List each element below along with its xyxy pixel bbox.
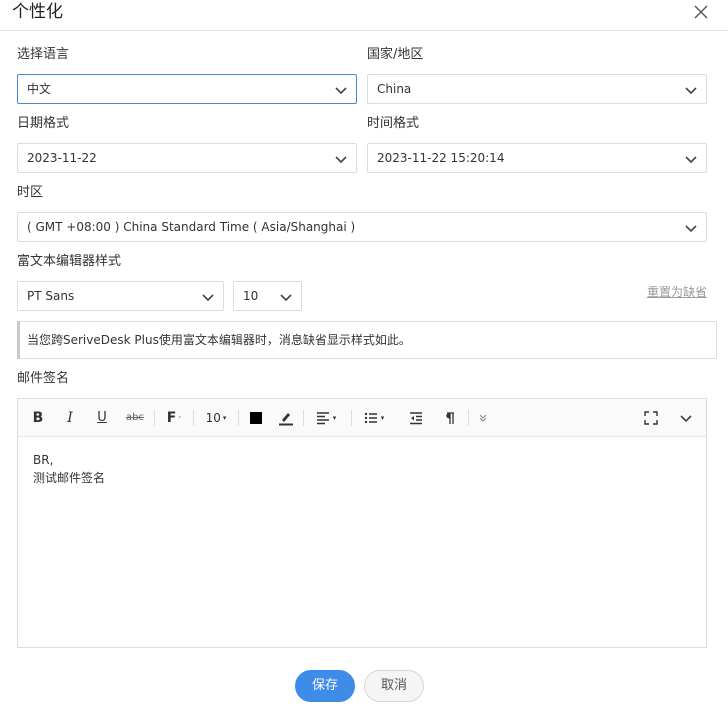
signature-line: BR, (33, 453, 54, 467)
date-format-value: 2023-11-22 (27, 151, 97, 165)
save-button[interactable]: 保存 (295, 670, 355, 702)
country-value: China (377, 82, 412, 96)
language-select[interactable]: 中文 (17, 74, 357, 104)
signature-content[interactable]: BR, 测试邮件签名 (33, 451, 105, 487)
dropdown-caret-icon: ▾ (222, 414, 227, 422)
highlight-color-button[interactable] (278, 408, 294, 428)
font-size-value: 10 (243, 289, 259, 303)
double-chevron-down-icon (479, 414, 487, 422)
time-format-value: 2023-11-22 15:20:14 (377, 151, 505, 165)
italic-button[interactable]: I (62, 408, 78, 428)
time-format-select[interactable]: 2023-11-22 15:20:14 (367, 143, 707, 173)
fullscreen-icon (644, 411, 658, 425)
timezone-select[interactable]: ( GMT +08:00 ) China Standard Time ( Asi… (17, 212, 707, 242)
align-left-icon (316, 412, 329, 425)
toolbar-separator (303, 410, 304, 426)
toolbar-separator (468, 410, 469, 426)
date-format-label: 日期格式 (17, 116, 70, 131)
collapse-toolbar-button[interactable] (678, 408, 694, 428)
note-text: 当您跨SeriveDesk Plus使用富文本编辑器时，消息缺省显示样式如此。 (27, 333, 411, 347)
date-format-select[interactable]: 2023-11-22 (17, 143, 357, 173)
chevron-down-icon (335, 87, 347, 95)
dropdown-caret-icon: ▾ (380, 414, 385, 422)
align-button[interactable]: ▾ (311, 408, 341, 428)
chevron-down-icon (280, 294, 292, 302)
toolbar-separator (238, 410, 239, 426)
country-select[interactable]: China (367, 74, 707, 104)
time-format-label: 时间格式 (367, 116, 420, 131)
underline-button[interactable]: U (94, 408, 110, 428)
text-color-button[interactable] (248, 408, 264, 428)
editor-toolbar: B I U abc F · 10 ▾ ▾ ▾ (18, 399, 706, 437)
bold-button[interactable]: B (30, 408, 46, 428)
rich-text-style-label: 富文本编辑器样式 (17, 254, 122, 269)
signature-editor[interactable]: B I U abc F · 10 ▾ ▾ ▾ BR, 测试邮件签名 (17, 398, 707, 648)
signature-line: 测试邮件签名 (33, 471, 106, 485)
paragraph-format-button[interactable] (442, 408, 458, 428)
dropdown-caret-icon: · (178, 413, 182, 423)
bullet-list-icon (364, 412, 377, 424)
language-value: 中文 (27, 82, 52, 96)
timezone-value: ( GMT +08:00 ) China Standard Time ( Asi… (27, 220, 356, 234)
dialog-title: 个性化 (12, 2, 63, 22)
font-family-value: PT Sans (27, 289, 75, 303)
font-family-button[interactable]: F · (164, 408, 184, 428)
dropdown-caret-icon: ▾ (332, 414, 337, 422)
strikethrough-button[interactable]: abc (124, 408, 146, 428)
signature-label: 邮件签名 (17, 371, 70, 386)
reset-default-link[interactable]: 重置为缺省 (647, 283, 707, 300)
chevron-down-icon (685, 156, 697, 164)
chevron-down-icon (685, 87, 697, 95)
close-icon[interactable] (690, 1, 712, 23)
fullscreen-button[interactable] (643, 408, 659, 428)
list-button[interactable]: ▾ (359, 408, 389, 428)
toolbar-separator (193, 410, 194, 426)
dialog-header: 个性化 (0, 0, 728, 31)
chevron-down-icon (202, 294, 214, 302)
font-size-button[interactable]: 10 ▾ (202, 408, 230, 428)
more-options-button[interactable] (475, 408, 491, 428)
chevron-down-icon (685, 225, 697, 233)
toolbar-separator (154, 410, 155, 426)
highlight-pen-icon (279, 413, 293, 426)
outdent-button[interactable] (408, 408, 424, 428)
chevron-down-icon (335, 156, 347, 164)
font-size-select[interactable]: 10 (233, 281, 302, 311)
cancel-button[interactable]: 取消 (364, 670, 424, 702)
timezone-label: 时区 (17, 185, 44, 200)
text-color-icon (250, 412, 262, 424)
outdent-icon (410, 412, 422, 425)
toolbar-separator (351, 410, 352, 426)
chevron-down-icon (680, 415, 692, 423)
style-preview-note: 当您跨SeriveDesk Plus使用富文本编辑器时，消息缺省显示样式如此。 (17, 321, 717, 359)
paragraph-icon (446, 412, 454, 424)
country-label: 国家/地区 (367, 47, 424, 62)
language-label: 选择语言 (17, 47, 70, 62)
font-family-select[interactable]: PT Sans (17, 281, 224, 311)
